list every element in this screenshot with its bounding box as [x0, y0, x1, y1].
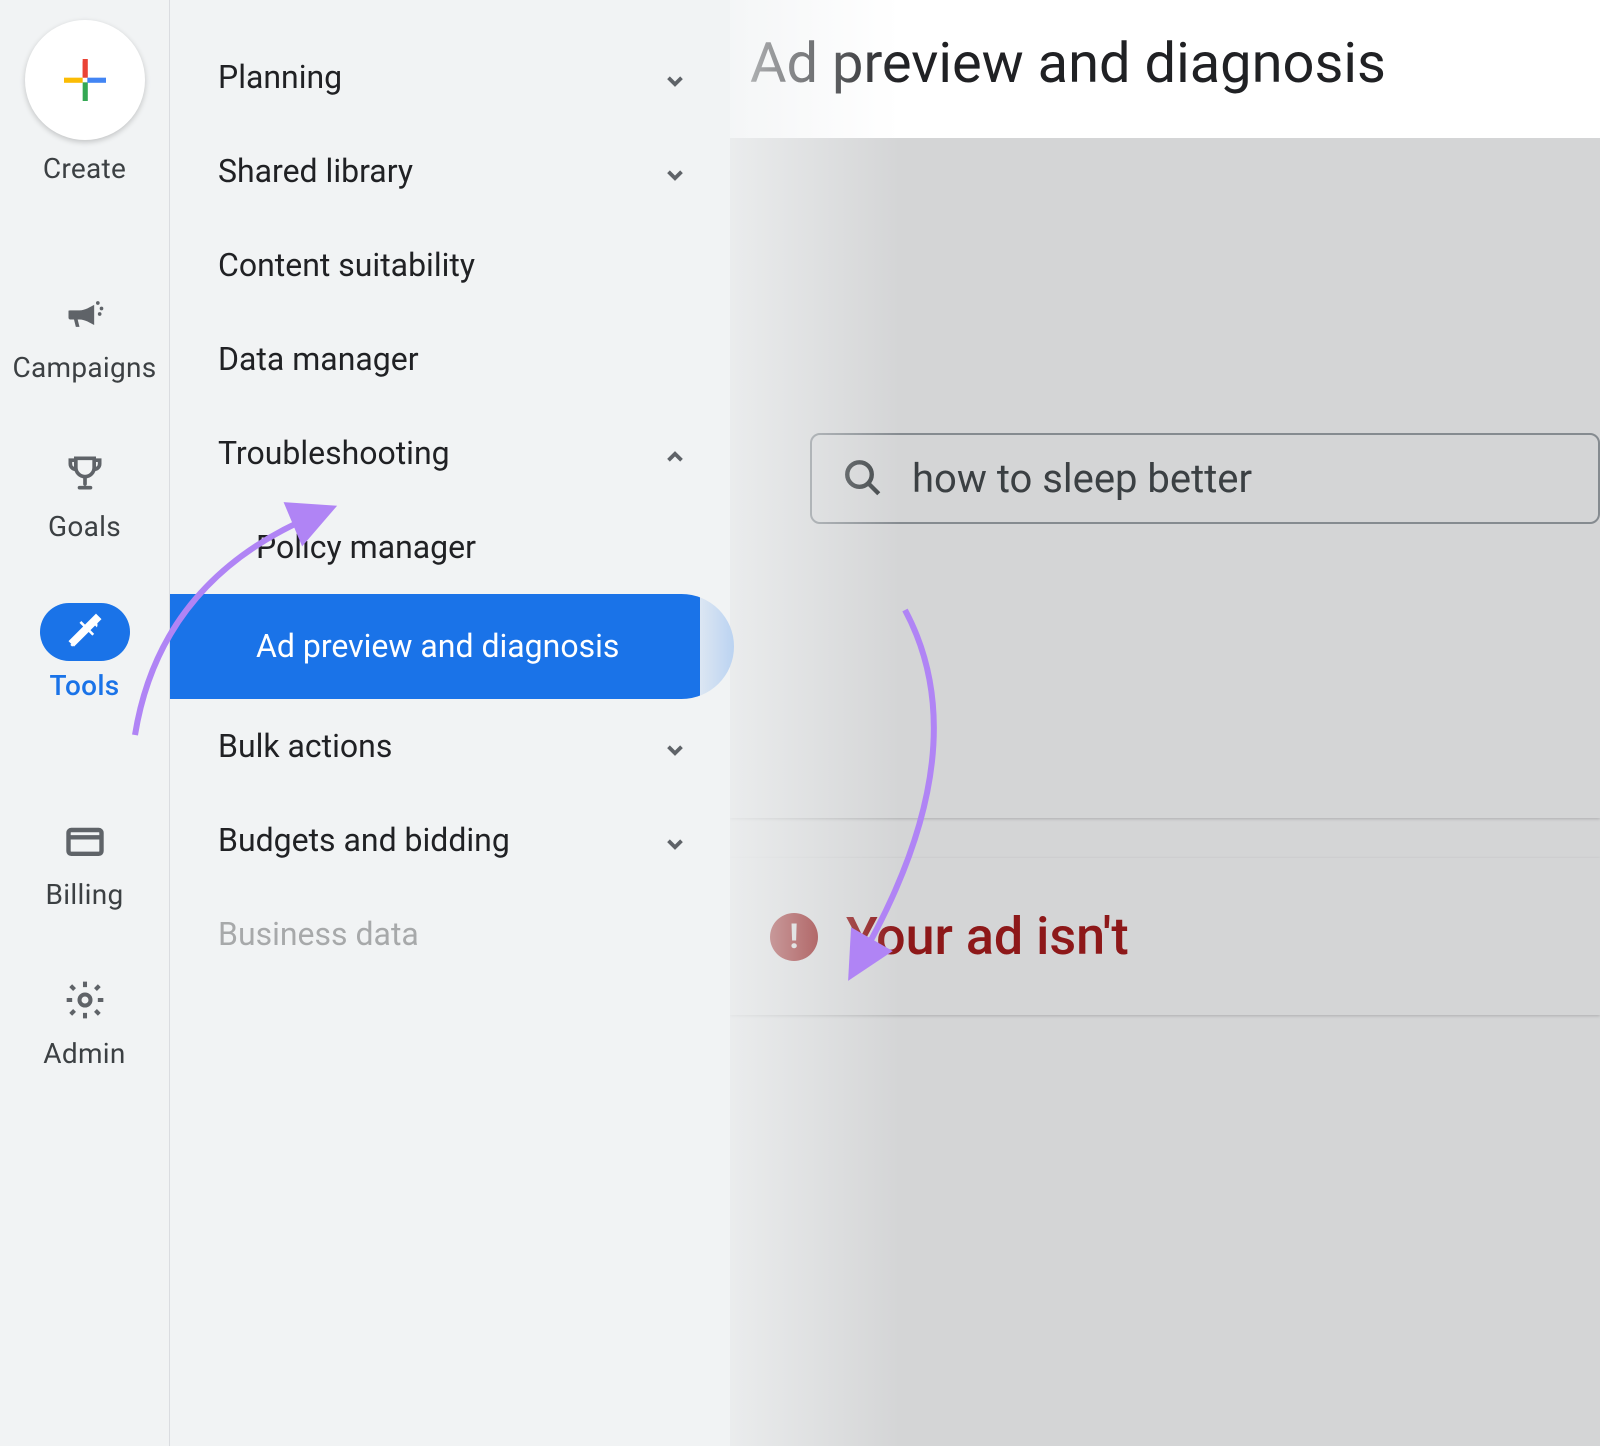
policy-manager-label: Policy manager [256, 528, 476, 566]
chevron-up-icon [662, 440, 688, 466]
content-suitability-menu[interactable]: Content suitability [170, 218, 730, 312]
business-data-menu[interactable]: Business data [170, 887, 730, 981]
billing-nav[interactable]: Billing [0, 812, 169, 911]
content-suitability-label: Content suitability [218, 246, 475, 284]
business-data-label: Business data [218, 915, 419, 953]
navigation-rail: Create Campaigns Goals [0, 0, 170, 1446]
campaigns-nav[interactable]: Campaigns [0, 285, 169, 384]
plus-icon [57, 52, 113, 108]
budgets-bidding-menu[interactable]: Budgets and bidding [170, 793, 730, 887]
create-label: Create [43, 152, 126, 185]
bulk-actions-label: Bulk actions [218, 727, 392, 765]
planning-menu[interactable]: Planning [170, 30, 730, 124]
chevron-down-icon [662, 64, 688, 90]
gear-icon [63, 978, 107, 1022]
megaphone-icon [63, 292, 107, 336]
chevron-down-icon [662, 158, 688, 184]
shared-library-menu[interactable]: Shared library [170, 124, 730, 218]
search-query-text: how to sleep better [912, 455, 1252, 502]
policy-manager-menu[interactable]: Policy manager [170, 500, 730, 594]
troubleshooting-label: Troubleshooting [218, 434, 450, 472]
chevron-down-icon [662, 733, 688, 759]
ad-preview-menu[interactable]: Ad preview and diagnosis [170, 594, 734, 699]
goals-nav[interactable]: Goals [0, 444, 169, 543]
tools-icon [63, 610, 107, 654]
shared-library-label: Shared library [218, 152, 413, 190]
billing-label: Billing [46, 878, 124, 911]
tools-label: Tools [50, 669, 120, 702]
trophy-icon [63, 451, 107, 495]
bulk-actions-menu[interactable]: Bulk actions [170, 699, 730, 793]
page-title: Ad preview and diagnosis [730, 0, 1600, 138]
data-manager-label: Data manager [218, 340, 419, 378]
alert-text: Your ad isn't [846, 906, 1129, 967]
goals-label: Goals [48, 510, 121, 543]
campaigns-label: Campaigns [12, 351, 156, 384]
alert-card: ! Your ad isn't [730, 858, 1600, 1015]
planning-label: Planning [218, 58, 342, 96]
search-icon [842, 457, 884, 499]
budgets-bidding-label: Budgets and bidding [218, 821, 510, 859]
admin-nav[interactable]: Admin [0, 971, 169, 1070]
card-icon [63, 819, 107, 863]
error-icon: ! [770, 913, 818, 961]
create-fab[interactable] [25, 20, 145, 140]
admin-label: Admin [43, 1037, 125, 1070]
tools-submenu: Planning Shared library Content suitabil… [170, 0, 730, 1446]
create-button[interactable]: Create [0, 20, 169, 185]
search-input[interactable]: how to sleep better [810, 433, 1600, 524]
data-manager-menu[interactable]: Data manager [170, 312, 730, 406]
ad-preview-label: Ad preview and diagnosis [256, 624, 619, 669]
main-content: Ad preview and diagnosis how to sleep be… [730, 0, 1600, 1446]
preview-card: how to sleep better [730, 138, 1600, 818]
troubleshooting-menu[interactable]: Troubleshooting [170, 406, 730, 500]
tools-nav[interactable]: Tools [0, 603, 169, 702]
chevron-down-icon [662, 827, 688, 853]
